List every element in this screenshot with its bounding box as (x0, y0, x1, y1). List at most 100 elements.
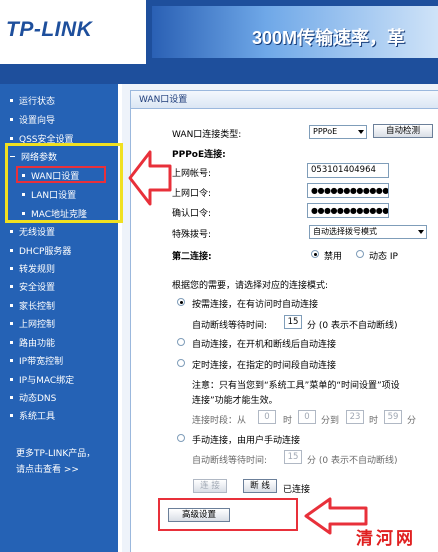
mode-auto-label: 自动连接，在开机和断线后自动连接 (192, 340, 337, 350)
minute-unit: 分 (407, 416, 417, 426)
sidebar-item-label: 路由功能 (19, 338, 56, 349)
mode-scheduled-label: 定时连接，在指定的时间段自动连接 (192, 361, 337, 371)
confirm-password-label: 确认口令: (172, 209, 212, 219)
idle-time-unit: 分 (0 表示不自动断线) (307, 321, 398, 331)
bullet-icon (10, 377, 13, 381)
second-connection-label: 第二连接: (172, 252, 212, 262)
sidebar-item-ip-mac-binding[interactable]: IP与MAC绑定 (10, 371, 74, 387)
mode-manual-radio[interactable] (177, 434, 185, 442)
mode-on-demand-radio[interactable] (177, 298, 185, 306)
sidebar-item-label: IP与MAC绑定 (19, 375, 75, 386)
sidebar-item-ddns[interactable]: 动态DNS (10, 389, 56, 405)
sidebar-item-forwarding[interactable]: 转发规则 (10, 260, 55, 276)
sidebar-item-parental[interactable]: 家长控制 (10, 297, 55, 313)
highlight-box-wan (16, 166, 106, 183)
mode-on-demand-label: 按需连接，在有访问时自动连接 (192, 300, 319, 310)
bullet-icon (10, 321, 13, 325)
slogan-banner: 300M传输速率，革 (152, 6, 438, 58)
account-input[interactable]: 053101404964 (307, 163, 389, 178)
period-from-minute-input[interactable]: 0 (298, 410, 316, 424)
sidebar-item-label: 动态DNS (19, 393, 57, 404)
period-label: 连接时段：从 (192, 416, 247, 426)
panel-title: WAN口设置 (131, 91, 438, 109)
red-arrow-left-icon (128, 150, 172, 206)
sidebar-item-security[interactable]: 安全设置 (10, 278, 55, 294)
special-dial-label: 特殊拨号: (172, 230, 212, 240)
confirm-password-input[interactable]: ●●●●●●●●●●●● (307, 203, 389, 218)
bullet-icon (10, 303, 13, 307)
idle-time-input[interactable]: 15 (284, 315, 302, 329)
sidebar-item-status[interactable]: 运行状态 (10, 92, 55, 108)
sidebar-item-label: 无线设置 (19, 227, 56, 238)
mode-manual-label: 手动连接，由用户手动连接 (192, 436, 301, 446)
sidebar-item-label: 安全设置 (19, 282, 56, 293)
wan-type-label: WAN口连接类型: (172, 130, 242, 140)
sidebar-item-access-control[interactable]: 上网控制 (10, 315, 55, 331)
header: TP-LINK 300M传输速率，革 (0, 0, 438, 64)
second-dynamic-ip-label: 动态 IP (369, 252, 398, 262)
scheduled-note-line1: 注意：只有当您到“系统工具”菜单的“时间设置”项设 (192, 381, 400, 391)
hour-unit: 时 (283, 416, 293, 426)
sidebar-item-label: 家长控制 (19, 301, 56, 312)
bullet-icon (10, 117, 13, 121)
idle-time-label: 自动断线等待时间: (192, 321, 268, 331)
password-label: 上网口令: (172, 189, 212, 199)
sidebar-item-bandwidth[interactable]: IP带宽控制 (10, 352, 63, 368)
highlight-box (5, 143, 123, 223)
disconnect-button[interactable]: 断 线 (243, 479, 277, 493)
connection-status: 已连接 (283, 485, 311, 495)
header-bar (0, 64, 438, 84)
sidebar-item-routing[interactable]: 路由功能 (10, 334, 55, 350)
manual-idle-time-input[interactable]: 15 (284, 450, 302, 464)
watermark: 清河网 (356, 529, 416, 549)
bullet-icon (10, 395, 13, 399)
mode-prompt: 根据您的需要，请选择对应的连接模式: (172, 281, 329, 291)
sidebar-item-wizard[interactable]: 设置向导 (10, 111, 55, 127)
sidebar-item-label: 运行状态 (19, 96, 56, 107)
sidebar-item-dhcp[interactable]: DHCP服务器 (10, 242, 71, 258)
connect-button[interactable]: 连 接 (193, 479, 227, 493)
special-dial-select[interactable]: 自动选择拨号模式 (309, 225, 427, 239)
wan-type-select[interactable]: PPPoE (309, 125, 367, 139)
second-dynamic-ip-radio[interactable] (356, 250, 364, 258)
scheduled-note-line2: 连接”功能才能生效。 (192, 396, 278, 406)
sidebar-item-system-tools[interactable]: 系统工具 (10, 407, 55, 423)
period-to-minute-input[interactable]: 59 (384, 410, 402, 424)
logo-area: TP-LINK (0, 0, 146, 64)
bullet-icon (10, 340, 13, 344)
bullet-icon (10, 358, 13, 362)
bullet-icon (10, 229, 13, 233)
manual-idle-time-unit: 分 (0 表示不自动断线) (307, 456, 398, 466)
mode-auto-radio[interactable] (177, 338, 185, 346)
sidebar-item-label: IP带宽控制 (19, 356, 64, 367)
sidebar-item-label: 系统工具 (19, 411, 56, 422)
tp-link-logo: TP-LINK (6, 18, 93, 41)
period-to-hour-input[interactable]: 23 (346, 410, 364, 424)
sidebar-item-label: 设置向导 (19, 115, 56, 126)
auto-detect-button[interactable]: 自动检测 (373, 124, 433, 138)
password-input[interactable]: ●●●●●●●●●●●● (307, 183, 389, 198)
sidebar-item-wireless[interactable]: 无线设置 (10, 223, 55, 239)
more-products-link[interactable]: 请点击查看 >> (16, 462, 116, 478)
sidebar-item-label: 上网控制 (19, 319, 56, 330)
period-from-hour-input[interactable]: 0 (258, 410, 276, 424)
period-to-label: 分到 (321, 416, 340, 426)
account-label: 上网帐号: (172, 169, 212, 179)
hour-unit: 时 (369, 416, 379, 426)
second-disable-radio[interactable] (311, 250, 319, 258)
manual-idle-time-label: 自动断线等待时间: (192, 456, 268, 466)
more-products-line1: 更多TP-LINK产品， (16, 449, 96, 459)
slogan-text: 300M传输速率，革 (252, 28, 406, 48)
bullet-icon (10, 248, 13, 252)
sidebar-item-label: 转发规则 (19, 264, 56, 275)
bullet-icon (10, 136, 13, 140)
wan-type-value: PPPoE (313, 127, 338, 136)
highlight-box-advanced (158, 498, 298, 531)
mode-scheduled-radio[interactable] (177, 359, 185, 367)
sidebar-item-label: DHCP服务器 (19, 246, 72, 257)
bullet-icon (10, 413, 13, 417)
special-dial-value: 自动选择拨号模式 (313, 227, 377, 236)
bullet-icon (10, 98, 13, 102)
chevron-down-icon (418, 230, 424, 234)
bullet-icon (10, 284, 13, 288)
